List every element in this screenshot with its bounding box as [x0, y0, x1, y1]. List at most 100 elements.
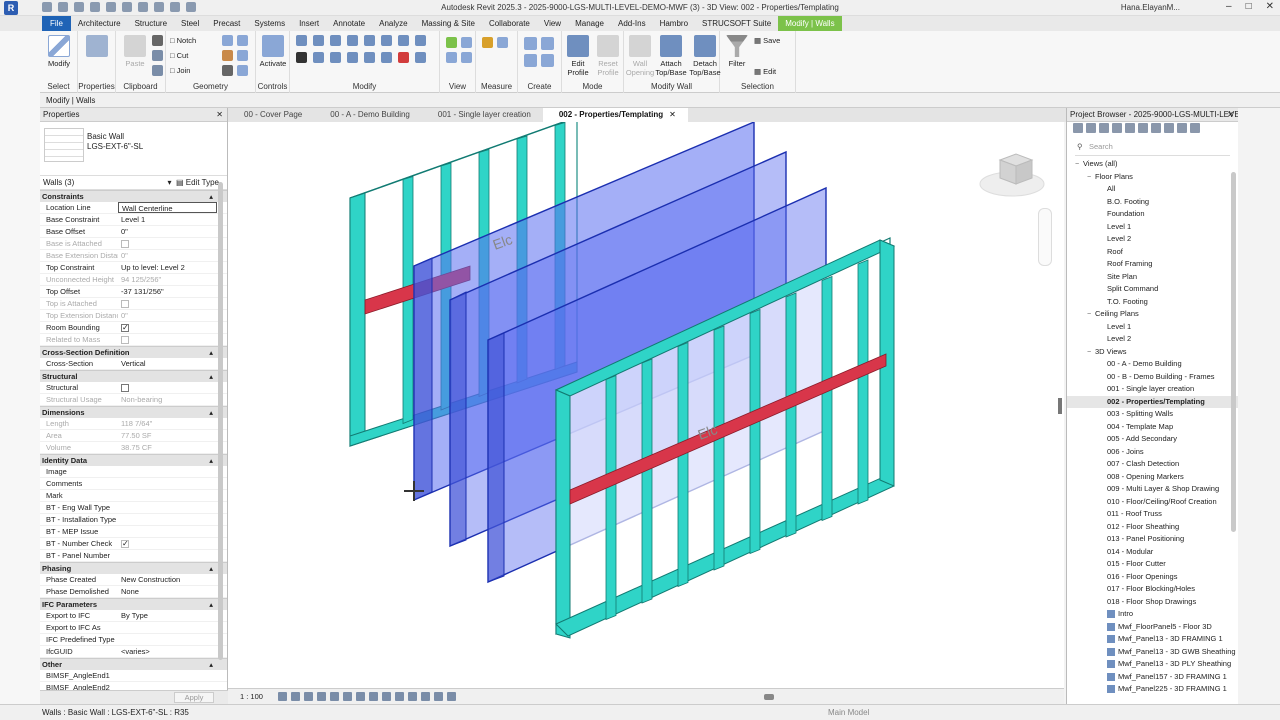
property-value[interactable]: -37 131/256" — [118, 286, 227, 297]
browser-node[interactable]: 00 - B - Demo Building - Frames — [1067, 371, 1238, 384]
save-selection-button[interactable]: ▦ Save — [754, 36, 780, 45]
canvas-scrollbar[interactable] — [1058, 398, 1062, 414]
browser-node[interactable]: 002 - Properties/Templating — [1067, 395, 1238, 408]
render-icon[interactable] — [330, 692, 339, 701]
split-icon[interactable] — [364, 35, 375, 46]
split-face-icon[interactable] — [237, 35, 248, 46]
property-value[interactable]: Vertical — [118, 358, 227, 369]
property-value[interactable] — [118, 382, 227, 393]
property-value[interactable] — [118, 526, 227, 537]
view-tab[interactable]: 00 - Cover Page — [228, 108, 314, 122]
move-icon[interactable] — [296, 52, 307, 63]
split-gap-icon[interactable] — [381, 35, 392, 46]
browser-node[interactable]: Mwf_Panel13 - 3D PLY Sheathing — [1067, 658, 1238, 671]
ribbon-tab-architecture[interactable]: Architecture — [71, 16, 128, 31]
activate-button[interactable]: Activate — [256, 35, 290, 68]
instance-filter-dropdown[interactable]: Walls (3) — [43, 178, 74, 187]
property-value[interactable] — [118, 490, 227, 501]
browser-tool-10-icon[interactable] — [1190, 123, 1200, 133]
section-dimensions[interactable]: Dimensions — [40, 406, 227, 419]
browser-search-input[interactable]: ⚲ Search — [1075, 138, 1230, 156]
property-value[interactable] — [118, 670, 227, 681]
highlight-displacement-icon[interactable] — [434, 692, 443, 701]
browser-node[interactable]: 014 - Modular — [1067, 546, 1238, 559]
reset-profile-button[interactable]: Reset Profile — [592, 35, 624, 77]
detach-top-base-button[interactable]: Detach Top/Base — [688, 35, 722, 77]
cut-geometry-button[interactable]: □ Cut — [170, 51, 188, 60]
navigation-bar[interactable] — [1038, 208, 1052, 266]
property-value[interactable]: <varies> — [118, 646, 227, 657]
ribbon-tab-precast[interactable]: Precast — [206, 16, 247, 31]
browser-node[interactable]: Roof — [1067, 246, 1238, 259]
checkbox[interactable] — [121, 384, 129, 393]
worksharing-icon[interactable] — [408, 692, 417, 701]
temporary-hide-icon[interactable] — [382, 692, 391, 701]
property-value[interactable] — [118, 502, 227, 513]
browser-tool-8-icon[interactable] — [1164, 123, 1174, 133]
browser-node[interactable]: 007 - Clash Detection — [1067, 458, 1238, 471]
view-tab[interactable]: 001 - Single layer creation — [422, 108, 543, 122]
wall-joins-icon[interactable] — [222, 35, 233, 46]
browser-node[interactable]: 006 - Joins — [1067, 446, 1238, 459]
analytical-model-icon[interactable] — [421, 692, 430, 701]
browser-node[interactable]: 011 - Roof Truss — [1067, 508, 1238, 521]
ribbon-tab-manage[interactable]: Manage — [568, 16, 611, 31]
edit-profile-button[interactable]: Edit Profile — [562, 35, 594, 77]
similar-icon[interactable] — [541, 54, 554, 67]
browser-node[interactable]: 00 - A - Demo Building — [1067, 358, 1238, 371]
browser-node[interactable]: All — [1067, 183, 1238, 196]
attach-top-base-button[interactable]: Attach Top/Base — [654, 35, 688, 77]
browser-node[interactable]: 001 - Single layer creation — [1067, 383, 1238, 396]
browser-node[interactable]: 003 - Splitting Walls — [1067, 408, 1238, 421]
viewcube-icon[interactable] — [978, 150, 1048, 200]
browser-node[interactable]: 013 - Panel Positioning — [1067, 533, 1238, 546]
edit-type-button[interactable]: ▾ ▤ Edit Type — [168, 176, 219, 190]
section-other[interactable]: Other — [40, 658, 227, 671]
modify-button[interactable]: Modify — [42, 35, 76, 68]
minimize-icon[interactable]: – — [1226, 1, 1232, 12]
browser-node[interactable]: Level 2 — [1067, 333, 1238, 346]
browser-node[interactable]: Level 1 — [1067, 221, 1238, 234]
trim-extend-icon[interactable] — [415, 52, 426, 63]
measure-icon[interactable] — [482, 37, 493, 48]
browser-node[interactable]: Mwf_Panel225 - 3D FRAMING 1 — [1067, 683, 1238, 696]
browser-node[interactable]: Intro — [1067, 608, 1238, 621]
ribbon-tab-hambro[interactable]: Hambro — [653, 16, 695, 31]
filter-button[interactable]: Filter — [722, 35, 752, 68]
checkbox[interactable] — [121, 322, 129, 333]
create-parts-icon[interactable] — [541, 37, 554, 50]
browser-node[interactable]: Split Command — [1067, 283, 1238, 296]
edit-selection-button[interactable]: ▦ Edit — [754, 67, 776, 76]
section-cross-section-definition[interactable]: Cross-Section Definition — [40, 346, 227, 359]
constraints-icon[interactable] — [447, 692, 456, 701]
ribbon-tab-analyze[interactable]: Analyze — [372, 16, 414, 31]
section-structural[interactable]: Structural — [40, 370, 227, 383]
view-tab[interactable]: 002 - Properties/Templating ✕ — [542, 108, 688, 122]
type-properties-button[interactable] — [80, 35, 114, 59]
reveal-hidden-icon[interactable] — [395, 692, 404, 701]
detail-level-icon[interactable] — [278, 692, 287, 701]
match-type-icon[interactable] — [152, 65, 163, 76]
trim-icon[interactable] — [415, 35, 426, 46]
cut-icon[interactable] — [152, 35, 163, 46]
browser-node[interactable]: Roof Framing — [1067, 258, 1238, 271]
property-value[interactable]: Wall Centerline — [118, 202, 217, 213]
browser-node[interactable]: − Floor Plans — [1067, 171, 1238, 184]
rotate-icon[interactable] — [330, 52, 341, 63]
hide-in-view-icon[interactable] — [461, 52, 472, 63]
browser-node[interactable]: Level 1 — [1067, 321, 1238, 334]
browser-node[interactable]: Site Plan — [1067, 271, 1238, 284]
view-scale[interactable]: 1 : 100 — [240, 692, 263, 701]
browser-tool-9-icon[interactable] — [1177, 123, 1187, 133]
wall-opening-button[interactable]: Wall Opening — [624, 35, 656, 77]
browser-tool-6-icon[interactable] — [1138, 123, 1148, 133]
hide-icon[interactable] — [461, 37, 472, 48]
browser-node[interactable]: 008 - Opening Markers — [1067, 471, 1238, 484]
ribbon-tab-view[interactable]: View — [537, 16, 568, 31]
join-geometry-button[interactable]: □ Join — [170, 66, 190, 75]
ribbon-tab-insert[interactable]: Insert — [292, 16, 326, 31]
notch-button[interactable]: □ Notch — [170, 36, 196, 45]
apply-button[interactable]: Apply — [174, 692, 214, 703]
browser-node[interactable]: 009 - Multi Layer & Shop Drawing — [1067, 483, 1238, 496]
browser-node[interactable]: 018 - Floor Shop Drawings — [1067, 596, 1238, 609]
